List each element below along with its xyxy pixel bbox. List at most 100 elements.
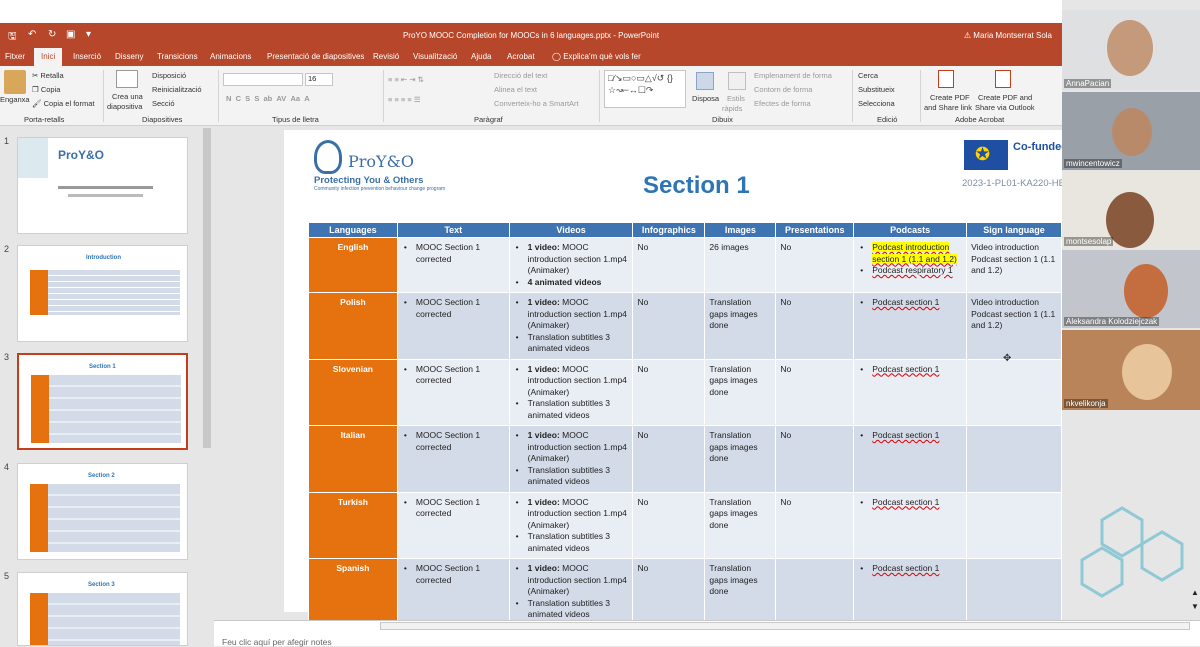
presentations-cell[interactable]: No <box>775 358 855 426</box>
sign-language-cell[interactable] <box>966 491 1062 559</box>
tab-animations[interactable]: Animacions <box>210 52 251 61</box>
sign-language-cell[interactable] <box>966 425 1062 493</box>
paste-button[interactable]: Enganxa <box>0 95 30 104</box>
tab-design[interactable]: Disseny <box>115 52 143 61</box>
shape-effects-button[interactable]: Efectes de forma <box>754 99 811 108</box>
create-pdf-outlook-label-2[interactable]: Share via Outlook <box>975 103 1035 112</box>
videos-cell[interactable]: 1 video: MOOC introduction section 1.mp4… <box>508 237 634 293</box>
copy-button[interactable]: ❐ Copia <box>32 85 60 94</box>
scroll-down-icon[interactable]: ▼ <box>1191 602 1199 611</box>
tab-acrobat[interactable]: Acrobat <box>507 52 535 61</box>
paste-icon[interactable] <box>4 70 26 94</box>
create-pdf-link-label-1[interactable]: Create PDF <box>930 93 970 102</box>
images-cell[interactable]: Translation gaps images done <box>704 558 777 626</box>
participant-tile[interactable]: mwincentowicz <box>1062 92 1200 170</box>
section-button[interactable]: Secció <box>152 99 175 108</box>
slide-thumbnail-2[interactable]: Introduction <box>17 245 188 342</box>
status-table[interactable]: Languages Text Videos Infographics Images Pre… <box>308 222 1062 626</box>
quick-styles-label-1[interactable]: Estils <box>727 94 745 103</box>
tell-me-search[interactable]: ◯ Explica'm què vols fer <box>552 52 641 61</box>
horizontal-scrollbar[interactable] <box>380 622 1190 630</box>
user-account[interactable]: ⚠ Maria Montserrat Sola <box>964 31 1052 40</box>
list-buttons[interactable]: ≡ ≡ ⇤ ⇥ ⇅ <box>388 75 424 84</box>
find-button[interactable]: Cerca <box>858 71 878 80</box>
images-cell[interactable]: Translation gaps images done <box>704 491 777 559</box>
shapes-gallery[interactable]: □∕↘▭○▭△√↺ {}☆↝−↔☐↷ <box>604 70 686 108</box>
text-cell[interactable]: MOOC Section 1 corrected <box>396 425 510 493</box>
podcasts-cell[interactable]: Podcast section 1 <box>853 491 968 559</box>
slide-thumbnail-3[interactable]: Section 1 <box>17 353 188 450</box>
new-slide-label-2[interactable]: diapositiva <box>107 102 142 111</box>
tab-help[interactable]: Ajuda <box>471 52 491 61</box>
smartart-button[interactable]: Converteix-ho a SmartArt <box>494 99 579 108</box>
podcasts-cell[interactable]: Podcast section 1 <box>853 558 968 626</box>
infographics-cell[interactable]: No <box>632 558 706 626</box>
infographics-cell[interactable]: No <box>632 292 706 360</box>
text-cell[interactable]: MOOC Section 1 corrected <box>396 358 510 426</box>
images-cell[interactable]: Translation gaps images done <box>704 425 777 493</box>
images-cell[interactable]: Translation gaps images done <box>704 292 777 360</box>
tab-insert[interactable]: Inserció <box>73 52 101 61</box>
podcasts-cell[interactable]: Podcast section 1 <box>853 292 968 360</box>
reset-button[interactable]: Reinicialització <box>152 85 202 94</box>
slide-thumbnail-1[interactable]: ProY&O <box>17 137 188 234</box>
sign-language-cell[interactable]: Video introduction Podcast section 1 (1.… <box>966 237 1062 293</box>
align-buttons[interactable]: ≡ ≡ ≡ ≡ ☰ <box>388 95 421 104</box>
participant-tile[interactable]: nkvelikonja <box>1062 330 1200 410</box>
language-cell[interactable]: Slovenian <box>308 358 398 426</box>
presentations-cell[interactable]: No <box>775 425 855 493</box>
images-cell[interactable]: Translation gaps images done <box>704 358 777 426</box>
tab-view[interactable]: Visualització <box>413 52 457 61</box>
language-cell[interactable]: Italian <box>308 425 398 493</box>
text-cell[interactable]: MOOC Section 1 corrected <box>396 558 510 626</box>
sign-language-cell[interactable]: Video introduction Podcast section 1 (1.… <box>966 292 1062 360</box>
pdf-link-icon[interactable] <box>938 70 954 88</box>
quick-styles-icon[interactable] <box>728 72 746 90</box>
layout-button[interactable]: Disposició <box>152 71 186 80</box>
sign-language-cell[interactable] <box>966 558 1062 626</box>
slide-canvas[interactable]: ProY&O Protecting You & Others Community… <box>284 130 1063 626</box>
thumbnail-scrollbar[interactable] <box>203 128 211 448</box>
infographics-cell[interactable]: No <box>632 358 706 426</box>
participant-tile[interactable]: AnnaPacian <box>1062 10 1200 90</box>
create-pdf-link-label-2[interactable]: and Share link <box>924 103 972 112</box>
podcasts-cell[interactable]: Podcast section 1 <box>853 425 968 493</box>
videos-cell[interactable]: 1 video: MOOC introduction section 1.mp4… <box>508 425 634 493</box>
text-direction-button[interactable]: Direcció del text <box>494 71 547 80</box>
slide-thumbnail-4[interactable]: Section 2 <box>17 463 188 560</box>
podcasts-cell[interactable]: Podcast introduction section 1 (1.1 and … <box>853 237 968 293</box>
tab-transitions[interactable]: Transicions <box>157 52 198 61</box>
create-pdf-outlook-label-1[interactable]: Create PDF and <box>978 93 1032 102</box>
font-style-buttons[interactable]: N C S S ab AV Aa A <box>226 94 310 103</box>
participant-tile[interactable]: Aleksandra Kolodziejczak <box>1062 250 1200 328</box>
language-cell[interactable]: Spanish <box>308 558 398 626</box>
font-size-input[interactable]: 16 <box>305 73 333 86</box>
format-painter-button[interactable]: 🖌 Copia el format <box>32 99 94 108</box>
presentations-cell[interactable]: No <box>775 292 855 360</box>
align-text-button[interactable]: Alinea el text <box>494 85 537 94</box>
videos-cell[interactable]: 1 video: MOOC introduction section 1.mp4… <box>508 558 634 626</box>
new-slide-label-1[interactable]: Crea una <box>112 92 143 101</box>
tab-home[interactable]: Inici <box>34 48 63 66</box>
presentations-cell[interactable]: No <box>775 491 855 559</box>
tab-file[interactable]: Fitxer <box>5 52 25 61</box>
text-cell[interactable]: MOOC Section 1 corrected <box>396 491 510 559</box>
language-cell[interactable]: Turkish <box>308 491 398 559</box>
vertical-scrollbar[interactable]: ▲ ▼ <box>1190 574 1200 620</box>
quick-styles-label-2[interactable]: ràpids <box>722 104 742 113</box>
presentations-cell[interactable]: No <box>775 237 855 293</box>
tab-review[interactable]: Revisió <box>373 52 399 61</box>
podcasts-cell[interactable]: Podcast section 1 <box>853 358 968 426</box>
slide-thumbnail-5[interactable]: Section 3 <box>17 572 188 646</box>
text-cell[interactable]: MOOC Section 1 corrected <box>396 292 510 360</box>
arrange-button[interactable]: Disposa <box>692 94 719 103</box>
tab-slideshow[interactable]: Presentació de diapositives <box>267 52 364 61</box>
videos-cell[interactable]: 1 video: MOOC introduction section 1.mp4… <box>508 491 634 559</box>
arrange-icon[interactable] <box>696 72 714 90</box>
videos-cell[interactable]: 1 video: MOOC introduction section 1.mp4… <box>508 358 634 426</box>
select-button[interactable]: Selecciona <box>858 99 895 108</box>
videos-cell[interactable]: 1 video: MOOC introduction section 1.mp4… <box>508 292 634 360</box>
shape-outline-button[interactable]: Contorn de forma <box>754 85 812 94</box>
language-cell[interactable]: Polish <box>308 292 398 360</box>
images-cell[interactable]: 26 images <box>704 237 777 293</box>
